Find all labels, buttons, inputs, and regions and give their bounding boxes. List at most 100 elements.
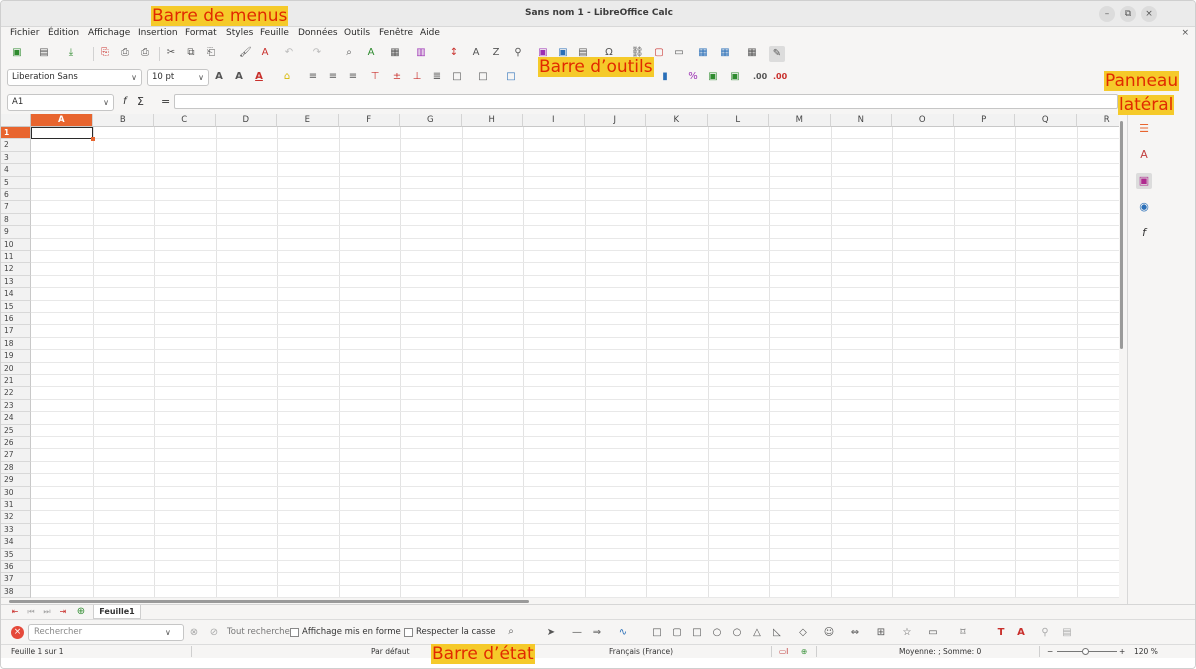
- cut-icon[interactable]: ✂: [165, 47, 177, 59]
- row-header-18[interactable]: 18: [1, 337, 31, 351]
- next-sheet-icon[interactable]: ⏭: [41, 606, 53, 618]
- menu-fichier[interactable]: Fichier: [10, 28, 39, 38]
- row-header-33[interactable]: 33: [1, 523, 31, 537]
- column-icon[interactable]: ▥: [415, 47, 427, 59]
- row-header-16[interactable]: 16: [1, 313, 31, 326]
- font-color-icon[interactable]: A: [253, 71, 265, 83]
- line-icon[interactable]: —: [571, 627, 583, 639]
- spelling-icon[interactable]: A: [365, 47, 377, 59]
- increase-font-icon[interactable]: A: [213, 71, 225, 83]
- flowchart-icon[interactable]: ⊞: [875, 627, 887, 639]
- column-header-l[interactable]: L: [707, 114, 769, 127]
- column-header-e[interactable]: E: [277, 114, 339, 127]
- align-middle-icon[interactable]: ±: [391, 71, 403, 83]
- font-name-combo[interactable]: Liberation Sans ∨: [7, 69, 142, 86]
- row-header-11[interactable]: 11: [1, 251, 31, 264]
- redo-icon[interactable]: ↷: [311, 47, 323, 59]
- menu-edition[interactable]: Édition: [48, 28, 79, 38]
- menu-styles[interactable]: Styles: [226, 28, 253, 38]
- column-header-a[interactable]: A: [31, 114, 93, 127]
- new-document-icon[interactable]: ▣: [11, 47, 23, 59]
- vertical-scrollbar[interactable]: [1119, 109, 1125, 604]
- find-next-icon[interactable]: ⊘: [208, 627, 220, 639]
- close-document-button[interactable]: ×: [1181, 28, 1189, 38]
- row-header-2[interactable]: 2: [1, 139, 31, 152]
- callouts-icon[interactable]: ▭: [927, 627, 939, 639]
- sort-descending-icon[interactable]: Z: [490, 47, 502, 59]
- column-header-b[interactable]: B: [92, 114, 154, 127]
- properties-icon[interactable]: ☰: [1136, 121, 1152, 137]
- row-header-36[interactable]: 36: [1, 561, 31, 574]
- column-header-p[interactable]: P: [953, 114, 1015, 127]
- delete-decimal-place-icon[interactable]: .00: [773, 71, 787, 83]
- find-previous-icon[interactable]: ⊗: [188, 627, 200, 639]
- right-triangle-icon[interactable]: ◺: [771, 627, 783, 639]
- column-header-n[interactable]: N: [830, 114, 892, 127]
- menu-insertion[interactable]: Insertion: [138, 28, 178, 38]
- column-header-k[interactable]: K: [646, 114, 708, 127]
- column-header-f[interactable]: F: [338, 114, 400, 127]
- row-header-6[interactable]: 6: [1, 189, 31, 202]
- align-center-icon[interactable]: ≡: [327, 71, 339, 83]
- menu-feuille[interactable]: Feuille: [260, 28, 289, 38]
- border-color-icon[interactable]: □: [505, 71, 517, 83]
- paste-icon[interactable]: ⎗: [205, 47, 217, 59]
- row-header-34[interactable]: 34: [1, 536, 31, 549]
- align-top-icon[interactable]: ⊤: [369, 71, 381, 83]
- wrap-text-icon[interactable]: ≣: [431, 71, 443, 83]
- name-box[interactable]: A1 ∨: [7, 94, 114, 111]
- column-header-o[interactable]: O: [892, 114, 954, 127]
- last-sheet-icon[interactable]: ⇥: [57, 606, 69, 618]
- define-print-area-icon[interactable]: ▦: [697, 47, 709, 59]
- gallery-icon[interactable]: ▣: [1136, 173, 1152, 189]
- formula-input[interactable]: [174, 94, 1118, 109]
- show-draw-functions-icon[interactable]: ✎: [769, 46, 785, 62]
- column-header-q[interactable]: Q: [1015, 114, 1077, 127]
- first-sheet-icon[interactable]: ⇤: [9, 606, 21, 618]
- save-icon[interactable]: ⤓: [65, 47, 77, 59]
- select-pointer-icon[interactable]: ➤: [545, 627, 557, 639]
- column-header-j[interactable]: J: [584, 114, 646, 127]
- menu-format[interactable]: Format: [185, 28, 217, 38]
- match-case-checkbox[interactable]: [404, 628, 413, 637]
- styles-icon[interactable]: A: [1136, 147, 1152, 163]
- row-header-25[interactable]: 25: [1, 424, 31, 437]
- page-style[interactable]: Par défaut: [371, 647, 410, 656]
- freeze-rows-columns-icon[interactable]: ▦: [719, 47, 731, 59]
- arrow-line-icon[interactable]: ⇒: [591, 627, 603, 639]
- print-icon[interactable]: ⎙: [119, 47, 131, 59]
- row-header-29[interactable]: 29: [1, 474, 31, 487]
- toggle-point-edit-icon[interactable]: ⚲: [1039, 627, 1051, 639]
- zoom-slider-thumb[interactable]: [1082, 648, 1089, 655]
- row-header-7[interactable]: 7: [1, 201, 31, 214]
- column-header-c[interactable]: C: [154, 114, 216, 127]
- clone-formatting-icon[interactable]: 🖌: [239, 47, 252, 59]
- format-as-currency-icon[interactable]: ▮: [659, 71, 671, 83]
- symbol-shapes-icon[interactable]: ☺: [823, 627, 835, 639]
- row-header-10[interactable]: 10: [1, 238, 31, 251]
- function-wizard-icon[interactable]: f: [123, 96, 127, 107]
- format-as-number-icon[interactable]: ▣: [707, 71, 719, 83]
- active-cell-cursor[interactable]: [31, 127, 95, 142]
- autofilter-icon[interactable]: ⚲: [512, 47, 524, 59]
- row-header-9[interactable]: 9: [1, 226, 31, 239]
- add-decimal-place-icon[interactable]: .00: [753, 71, 767, 83]
- highlight-color-icon[interactable]: ⌂: [281, 71, 293, 83]
- undo-icon[interactable]: ↶: [283, 47, 295, 59]
- close-window-button[interactable]: ×: [1141, 6, 1157, 22]
- row-header-32[interactable]: 32: [1, 511, 31, 524]
- sort-icon[interactable]: ↕: [448, 47, 460, 59]
- find-all-button[interactable]: Tout rechercher: [227, 627, 293, 637]
- format-as-date-icon[interactable]: ▣: [729, 71, 741, 83]
- triangle-icon[interactable]: △: [751, 627, 763, 639]
- print-preview-icon[interactable]: ⎙: [139, 47, 151, 59]
- fontwork-icon[interactable]: A: [1015, 627, 1027, 639]
- select-all-corner[interactable]: [1, 114, 31, 127]
- circle-icon[interactable]: ○: [731, 627, 743, 639]
- square-icon[interactable]: □: [691, 627, 703, 639]
- chevron-down-icon[interactable]: ∨: [165, 628, 171, 637]
- close-find-bar-icon[interactable]: ×: [11, 626, 24, 639]
- row-header-3[interactable]: 3: [1, 151, 31, 165]
- sheet-tab-feuille1[interactable]: Feuille1: [93, 605, 141, 619]
- find-replace-icon[interactable]: ⌕: [505, 626, 517, 638]
